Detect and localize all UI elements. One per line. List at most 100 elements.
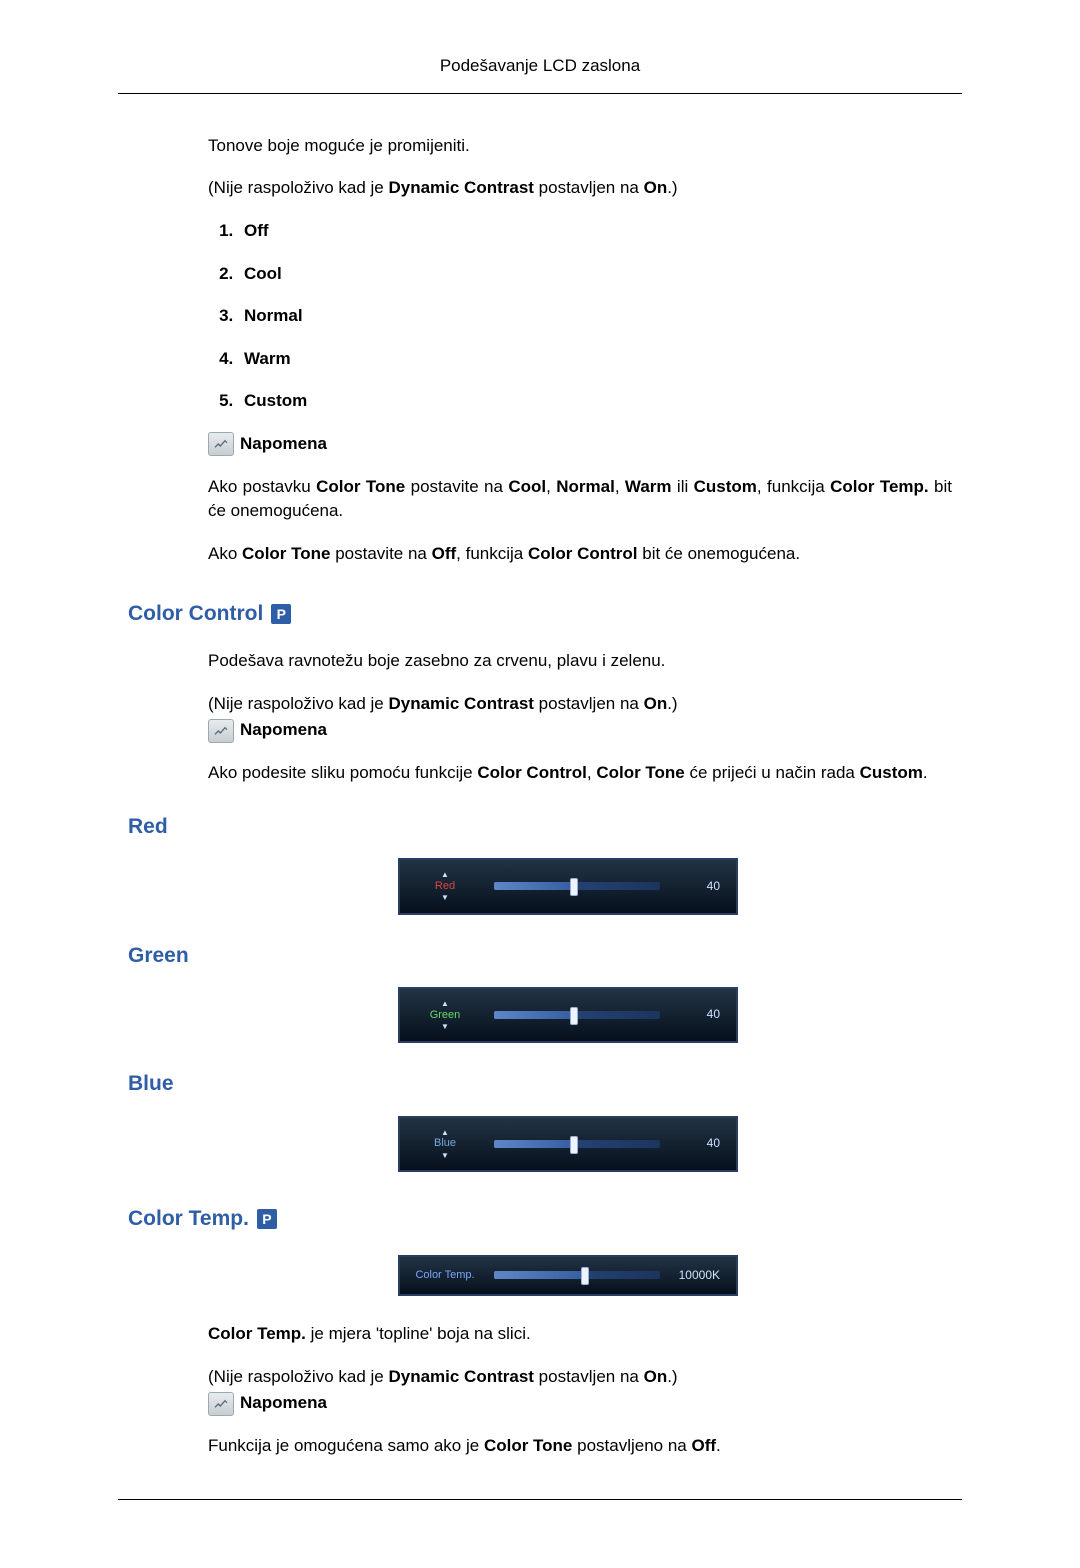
slider-fill	[494, 1011, 574, 1019]
text: Ako postavku	[208, 477, 316, 496]
slider-track[interactable]	[494, 1140, 660, 1148]
osd-label: Color Temp.	[410, 1269, 480, 1282]
content: Tonove boje moguće je promijeniti. (Nije…	[118, 94, 962, 1459]
osd-label-text: Red	[435, 880, 455, 892]
ct-note-p: Funkcija je omogućena samo ako je Color …	[208, 1434, 952, 1459]
option-off: Off	[238, 219, 952, 244]
slider-value: 40	[674, 1135, 720, 1152]
text-bold: Dynamic Contrast	[388, 694, 533, 713]
text-bold: Dynamic Contrast	[388, 1367, 533, 1386]
page: Podešavanje LCD zaslona Tonove boje mogu…	[0, 0, 1080, 1568]
slider-value: 10000K	[674, 1267, 720, 1284]
slider-knob[interactable]	[570, 1136, 578, 1154]
intro-line2: (Nije raspoloživo kad je Dynamic Contras…	[208, 176, 952, 201]
text: postavljen na	[534, 1367, 644, 1386]
text: , funkcija	[456, 544, 528, 563]
text-bold: Custom	[694, 477, 757, 496]
cc-note-p: Ako podesite sliku pomoću funkcije Color…	[208, 761, 952, 786]
osd-slider-blue: ▲ Blue ▼ 40	[398, 1116, 738, 1172]
osd-slider-red: ▲ Red ▼ 40	[398, 858, 738, 914]
arrow-up-icon: ▲	[410, 870, 480, 880]
slider-knob[interactable]	[570, 1007, 578, 1025]
note-icon	[208, 432, 234, 456]
slider-fill	[494, 1271, 585, 1279]
text-bold: Off	[691, 1436, 716, 1455]
text-bold: Custom	[860, 763, 923, 782]
arrow-up-icon: ▲	[410, 999, 480, 1009]
osd-label-text: Color Temp.	[415, 1269, 474, 1281]
text-bold: Color Control	[477, 763, 587, 782]
text-bold: Cool	[508, 477, 546, 496]
text: postavljeno na	[572, 1436, 691, 1455]
color-temp-block: Color Temp. je mjera 'topline' boja na s…	[208, 1322, 952, 1459]
arrow-down-icon: ▼	[410, 893, 480, 903]
slider-value: 40	[674, 878, 720, 895]
slider-knob[interactable]	[581, 1267, 589, 1285]
heading-text: Color Control	[128, 599, 263, 629]
text-bold: Color Temp.	[208, 1324, 306, 1343]
ct-desc: Color Temp. je mjera 'topline' boja na s…	[208, 1322, 952, 1347]
text: .	[716, 1436, 721, 1455]
text: će prijeći u način rada	[685, 763, 860, 782]
text-bold: Color Temp.	[830, 477, 929, 496]
text-bold: Color Tone	[316, 477, 405, 496]
footer-rule	[118, 1499, 962, 1500]
slider-track[interactable]	[494, 1011, 660, 1019]
text-bold: Normal	[556, 477, 615, 496]
slider-value: 40	[674, 1006, 720, 1023]
options-list: Off Cool Normal Warm Custom	[208, 219, 952, 414]
text: (Nije raspoloživo kad je	[208, 1367, 388, 1386]
text: , funkcija	[757, 477, 830, 496]
text: postavite na	[330, 544, 431, 563]
text: ili	[672, 477, 694, 496]
text: .	[923, 763, 928, 782]
osd-label-text: Green	[430, 1009, 461, 1021]
arrow-up-icon: ▲	[410, 1128, 480, 1138]
note-row: Napomena	[208, 718, 952, 743]
heading-color-temp: Color Temp. P	[128, 1204, 952, 1234]
slider-track[interactable]	[494, 1271, 660, 1279]
slider-knob[interactable]	[570, 878, 578, 896]
text: bit će onemogućena.	[638, 544, 801, 563]
heading-color-control: Color Control P	[128, 599, 952, 629]
note-row: Napomena	[208, 432, 952, 457]
p-badge-icon: P	[271, 604, 291, 624]
intro-block: Tonove boje moguće je promijeniti. (Nije…	[208, 134, 952, 567]
heading-blue: Blue	[128, 1069, 952, 1099]
text: postavljen na	[534, 694, 644, 713]
cc-na: (Nije raspoloživo kad je Dynamic Contras…	[208, 692, 952, 717]
text: .)	[667, 1367, 677, 1386]
text: Ako	[208, 544, 242, 563]
text-bold: Color Tone	[484, 1436, 572, 1455]
text: ,	[546, 477, 556, 496]
option-normal: Normal	[238, 304, 952, 329]
intro-line1: Tonove boje moguće je promijeniti.	[208, 134, 952, 159]
slider-track[interactable]	[494, 882, 660, 890]
arrow-down-icon: ▼	[410, 1151, 480, 1161]
osd-label: ▲ Green ▼	[410, 999, 480, 1031]
note-label: Napomena	[240, 1391, 327, 1416]
ct-na: (Nije raspoloživo kad je Dynamic Contras…	[208, 1365, 952, 1390]
osd-label: ▲ Blue ▼	[410, 1128, 480, 1160]
cc-desc: Podešava ravnotežu boje zasebno za crven…	[208, 649, 952, 674]
text-bold: On	[644, 178, 668, 197]
text: je mjera 'topline' boja na slici.	[306, 1324, 531, 1343]
option-warm: Warm	[238, 347, 952, 372]
option-custom: Custom	[238, 389, 952, 414]
text: ,	[615, 477, 625, 496]
note-label: Napomena	[240, 432, 327, 457]
osd-slider-green: ▲ Green ▼ 40	[398, 987, 738, 1043]
osd-label-text: Blue	[434, 1137, 456, 1149]
text-bold: Dynamic Contrast	[388, 178, 533, 197]
text: Ako podesite sliku pomoću funkcije	[208, 763, 477, 782]
p-badge-icon: P	[257, 1209, 277, 1229]
note-row: Napomena	[208, 1391, 952, 1416]
slider-fill	[494, 882, 574, 890]
text-bold: Warm	[625, 477, 672, 496]
text-bold: On	[644, 1367, 668, 1386]
osd-label: ▲ Red ▼	[410, 870, 480, 902]
note1-p2: Ako Color Tone postavite na Off, funkcij…	[208, 542, 952, 567]
text: .)	[667, 178, 677, 197]
heading-text: Color Temp.	[128, 1204, 249, 1234]
page-header-title: Podešavanje LCD zaslona	[118, 50, 962, 85]
